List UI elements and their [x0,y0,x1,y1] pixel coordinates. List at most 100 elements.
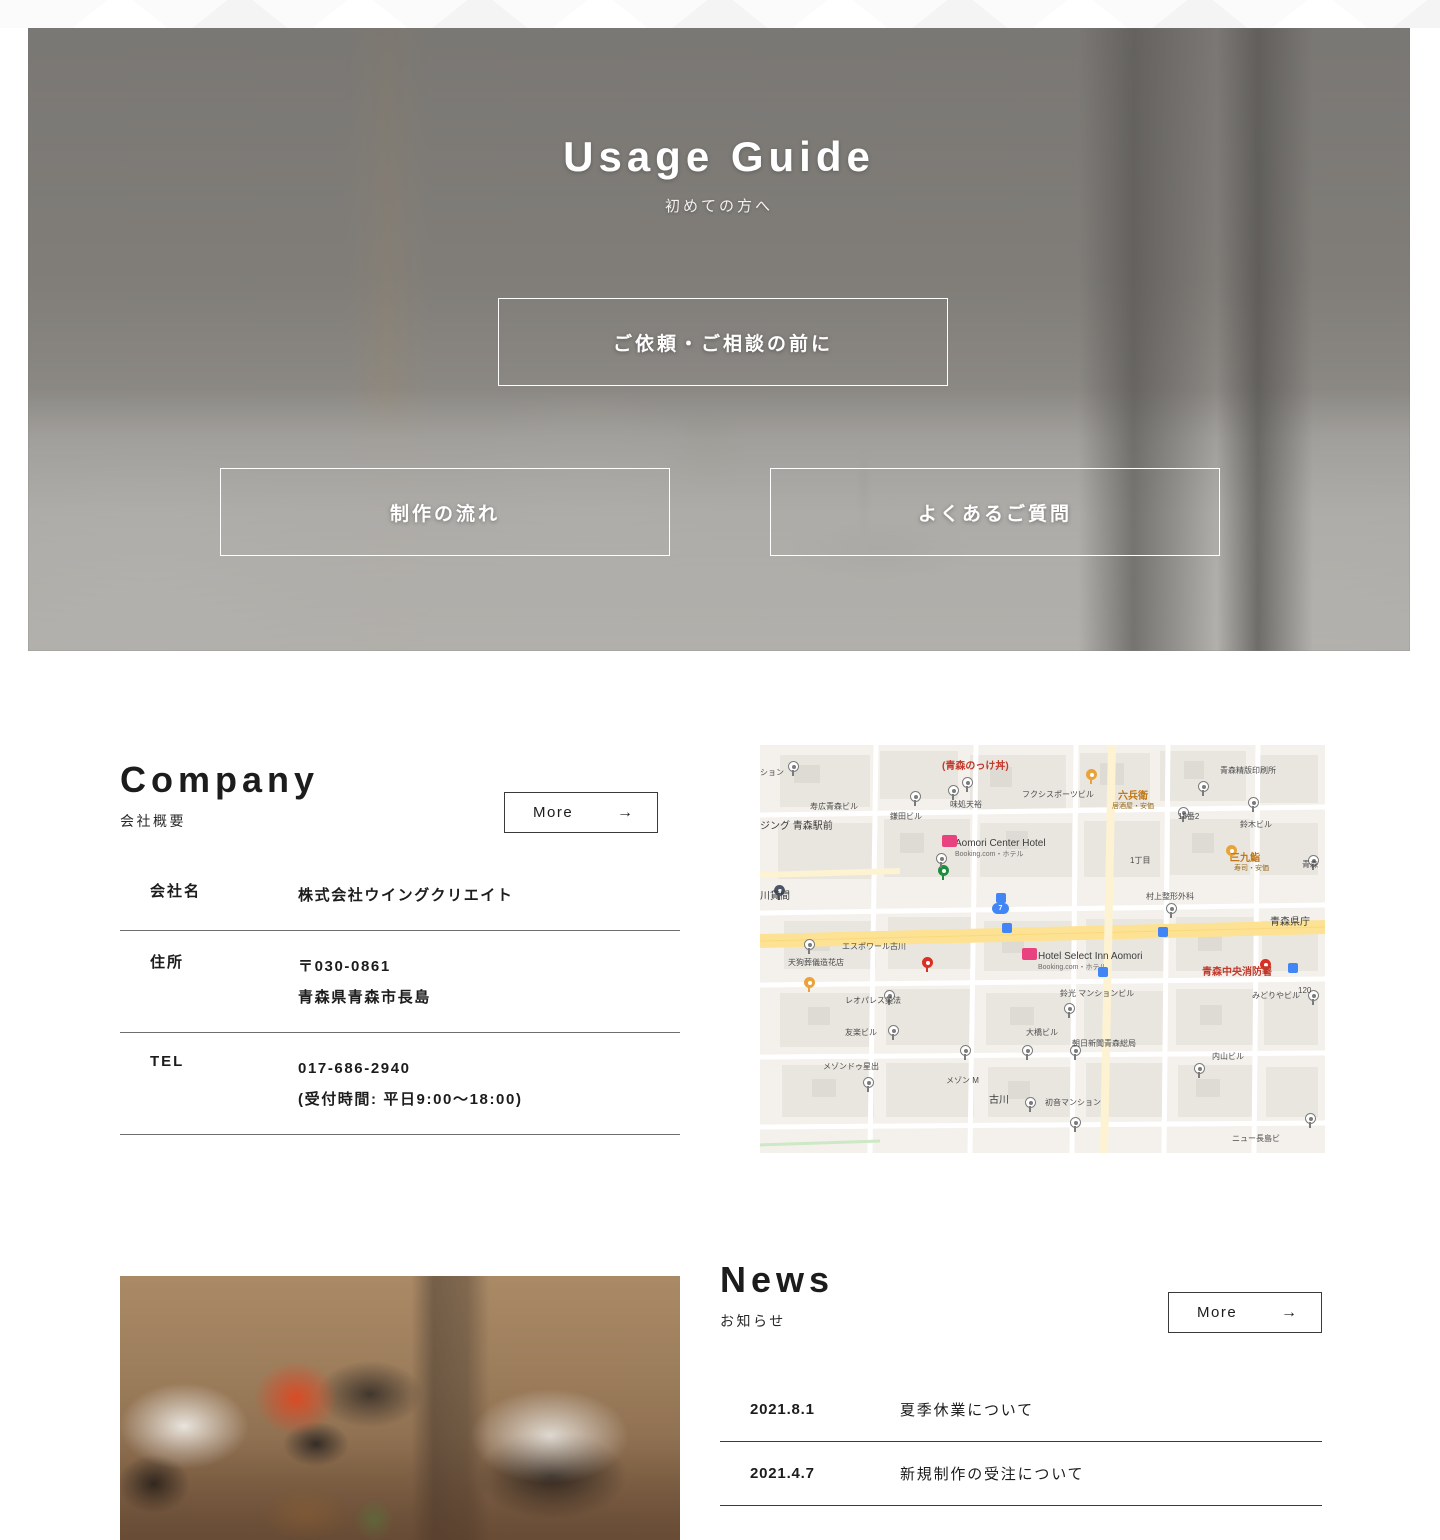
map-place-label: みどりやビル [1252,991,1300,1000]
map-place-label: 鈴光 マンションビル [1060,989,1135,998]
arrow-right-icon: → [617,803,633,821]
map-pin-icon [962,777,973,792]
map-pin-icon [922,957,933,972]
map-place-label: 青森県庁 [1270,917,1310,928]
news-more-label: More [1197,1304,1238,1321]
office-photo [120,1276,680,1540]
company-more-button[interactable]: More → [504,792,658,833]
top-decorative-pattern [0,0,1440,28]
news-date: 2021.8.1 [750,1401,815,1418]
news-list: 2021.8.1 夏季休業について 2021.4.7 新規制作の受注について [720,1378,1322,1506]
map-place-label: (青森のっけ丼) [942,761,1009,772]
company-address-label: 住所 [150,953,185,971]
map-pin-icon [910,791,921,806]
map-place-label: 青森中央消防署 [1202,967,1272,978]
hero-subtitle: 初めての方へ [664,198,773,215]
transit-marker-icon [996,893,1006,903]
map-pin-icon [1166,903,1177,918]
map-pin-icon [1198,781,1209,796]
map-pin-icon [788,761,799,776]
map-place-label: 天狗葬儀造花店 [788,958,844,967]
map-pin-icon [936,853,947,868]
map-place-label: ジング 青森駅前 [760,821,833,832]
map-pin-icon [1086,769,1097,784]
map-place-label: 初音マンション [1045,1098,1101,1107]
map-place-label: 六兵衛 [1118,791,1148,802]
map-place-label: 村上整形外科 [1146,892,1194,901]
map-pin-icon [960,1045,971,1060]
company-location-map[interactable]: (青森のっけ丼) 青森精版印刷所 ションフクシスポーツビル寿広青森ビル 六兵衛 居酒屋・… [760,745,1325,1153]
table-row: 会社名 株式会社ウイングクリエイト [120,870,680,931]
map-place-label: 朝日新聞青森総局 [1072,1039,1136,1048]
news-item-title: 新規制作の受注について [900,1466,1085,1483]
map-place-label: 寿広青森ビル [810,802,858,811]
map-pin-icon [1070,1117,1081,1132]
map-place-label: 味処天裕 [950,800,982,809]
company-tel-label: TEL [150,1052,185,1070]
hotel-marker-icon [942,835,957,847]
map-pin-icon [1305,1113,1316,1128]
company-info-table: 会社名 株式会社ウイングクリエイト 住所 〒030-0861 青森県青森市長島 … [120,870,680,1135]
hotel-marker-icon [1022,948,1037,960]
map-pin-icon [863,1077,874,1092]
map-place-label: エスポワール古川 [842,942,906,951]
list-item[interactable]: 2021.8.1 夏季休業について [720,1378,1322,1442]
news-section: News お知らせ More → 2021.8.1 夏季休業について 2021.… [0,1240,1440,1540]
map-pin-icon [1025,1097,1036,1112]
hero-button-production-flow[interactable]: 制作の流れ [220,468,670,556]
news-more-button[interactable]: More → [1168,1292,1322,1333]
map-place-label: ニュー長島ビ [1232,1134,1280,1143]
map-place-label: Hotel Select Inn Aomori [1038,951,1143,962]
map-place-label: メゾン M [946,1076,979,1085]
map-pin-icon [1248,797,1259,812]
news-date: 2021.4.7 [750,1465,815,1482]
hero-button-faq[interactable]: よくあるご質問 [770,468,1220,556]
map-pin-icon [804,977,815,992]
map-pin-icon [1022,1045,1033,1060]
map-place-label: 古川 [989,1095,1009,1106]
map-place-label: フクシスポーツビル [1022,790,1094,799]
company-tel-number[interactable]: 017-686-2940 [298,1053,523,1085]
map-place-label: 青森精版印刷所 [1220,766,1276,775]
map-pin-icon [1064,1003,1075,1018]
company-tel-hours: (受付時間: 平日9:00〜18:00) [298,1091,523,1108]
hero-button-before-request[interactable]: ご依頼・ご相談の前に [498,298,948,386]
company-address-value: 〒030-0861 青森県青森市長島 [298,951,431,1014]
transit-marker-icon [1288,963,1298,973]
company-address-line: 青森県青森市長島 [298,989,431,1006]
map-place-label: Booking.com・ホテル [955,851,1024,858]
map-place-label: 居酒屋・安価 [1112,803,1154,810]
route-shield-7-icon: 7 [992,903,1009,914]
table-row: TEL 017-686-2940 (受付時間: 平日9:00〜18:00) [120,1033,680,1135]
company-more-label: More [533,804,574,821]
map-place-label: 寿司・安価 [1234,865,1269,872]
transit-marker-icon [1098,967,1108,977]
map-place-label: 川貸間 [760,891,790,902]
map-place-label: 三九鮨 [1230,853,1260,864]
map-place-label: Booking.com・ホテル [1038,964,1107,971]
map-place-label: 1丁目 [1130,856,1151,865]
company-tel-value: 017-686-2940 (受付時間: 平日9:00〜18:00) [298,1053,523,1116]
company-postal-code: 〒030-0861 [298,957,391,975]
map-place-label: 鎌田ビル [890,812,922,821]
list-item[interactable]: 2021.4.7 新規制作の受注について [720,1442,1322,1506]
arrow-right-icon: → [1281,1303,1297,1321]
map-place-label: 120 [1298,986,1312,995]
news-item-title: 夏季休業について [900,1402,1034,1419]
map-pin-icon [804,939,815,954]
table-row: 住所 〒030-0861 青森県青森市長島 [120,931,680,1033]
map-pin-icon [1194,1063,1205,1078]
map-place-label: 内山ビル [1212,1052,1244,1061]
map-pin-icon [888,1025,899,1040]
map-place-label: レオパレス美法 [845,996,901,1005]
transit-marker-icon [1002,923,1012,933]
hero-title: Usage Guide [563,133,875,180]
company-name-value: 株式会社ウイングクリエイト [298,887,514,904]
hero-section: Usage Guide 初めての方へ ご依頼・ご相談の前に 制作の流れ よくある… [28,28,1410,651]
map-place-label: 青森 [1302,860,1318,869]
map-place-label: 鈴木ビル [1240,820,1272,829]
company-name-label: 会社名 [150,883,202,900]
map-place-label: メゾンドゥ星出 [823,1062,879,1071]
map-place-label: 友楽ビル [845,1028,877,1037]
map-place-label: ション [760,768,784,777]
